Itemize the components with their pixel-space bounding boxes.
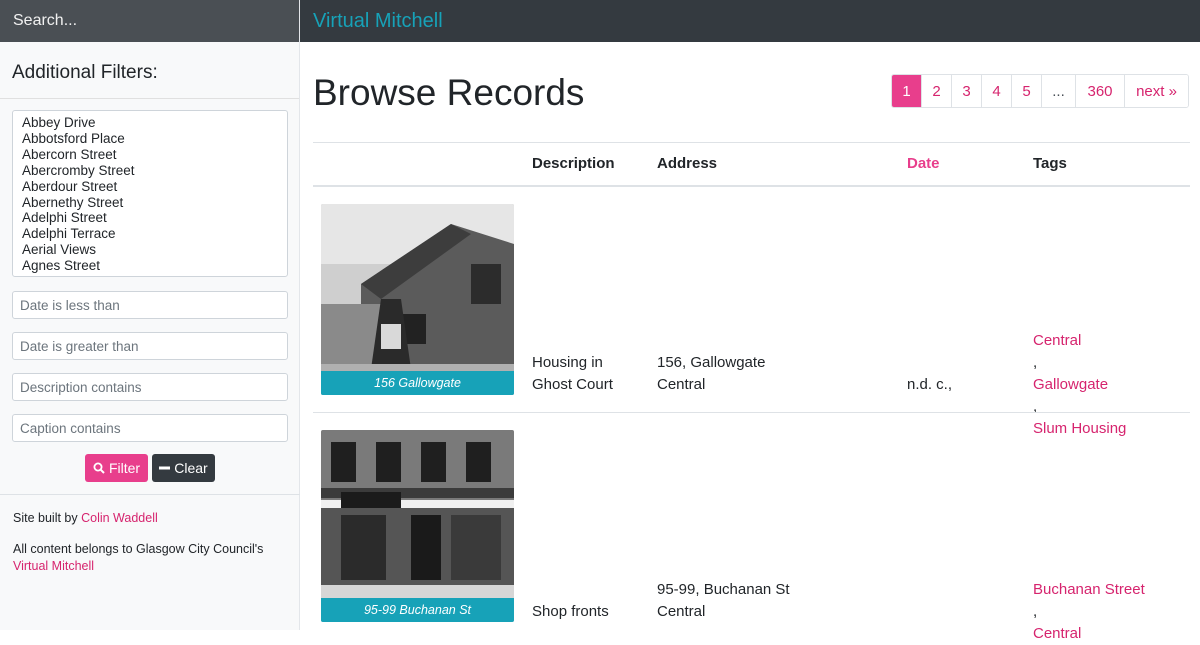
search-input[interactable] [13, 12, 283, 30]
author-link[interactable]: Colin Waddell [81, 511, 158, 525]
description-contains-input[interactable] [12, 373, 288, 401]
street-option[interactable]: Aerial Views [22, 242, 287, 258]
street-option[interactable]: Adelphi Street [22, 210, 287, 226]
address-line: Central [657, 376, 706, 393]
address-line: 95-99, Buchanan St [657, 581, 790, 598]
description-line: Housing in [532, 354, 603, 371]
page-1[interactable]: 1 [892, 75, 921, 107]
street-option[interactable]: Abbotsford Place [22, 131, 287, 147]
photo-image [321, 204, 514, 395]
street-option[interactable]: Aberdour Street [22, 179, 287, 195]
clear-button-label: Clear [174, 460, 208, 476]
thumbnail-caption: 95-99 Buchanan St [321, 598, 514, 622]
pagination: 1 2 3 4 5 ... 360 next » [891, 74, 1189, 108]
date-greater-than-input[interactable] [12, 332, 288, 360]
column-header-tags[interactable]: Tags [1033, 155, 1067, 172]
record-thumbnail[interactable]: 95-99 Buchanan St [321, 430, 514, 622]
caption-contains-input[interactable] [12, 414, 288, 442]
description-line: Ghost Court [532, 376, 613, 393]
record-tags: Buchanan Street, Central [1033, 579, 1145, 645]
tag-link[interactable]: Buchanan Street [1033, 579, 1145, 601]
address-line: 156, Gallowgate [657, 354, 766, 371]
built-by-prefix: Site built by [13, 511, 82, 525]
page-last[interactable]: 360 [1075, 75, 1124, 107]
top-navbar: Virtual Mitchell [300, 0, 1200, 42]
clear-button[interactable]: Clear [152, 454, 215, 482]
column-header-date[interactable]: Date [907, 155, 940, 172]
address-line: Central [657, 603, 706, 620]
row-divider [313, 412, 1190, 413]
page-title: Browse Records [313, 72, 585, 113]
table-top-border [313, 142, 1190, 143]
page-next[interactable]: next » [1124, 75, 1188, 107]
column-header-description[interactable]: Description [532, 155, 615, 172]
filters-title: Additional Filters: [0, 42, 299, 99]
street-option[interactable]: Adelphi Terrace [22, 226, 287, 242]
description-line: Shop fronts [532, 603, 609, 620]
page-3[interactable]: 3 [951, 75, 981, 107]
filter-button[interactable]: Filter [85, 454, 148, 482]
street-option[interactable]: Agnes Street [22, 258, 287, 274]
record-address: 95-99, Buchanan St Central [657, 579, 790, 623]
sidebar: Additional Filters: Abbey Drive Abbotsfo… [0, 0, 300, 630]
page-ellipsis: ... [1041, 75, 1075, 107]
filter-button-label: Filter [108, 460, 141, 476]
page-5[interactable]: 5 [1011, 75, 1041, 107]
brand-link[interactable]: Virtual Mitchell [313, 10, 443, 33]
built-by-text: Site built by Colin Waddell [13, 510, 293, 527]
photo-image [321, 430, 514, 622]
record-tags: Central, Gallowgate, Slum Housing [1033, 330, 1126, 440]
search-bar [0, 0, 299, 42]
street-option[interactable]: Abbey Drive [22, 115, 287, 131]
street-option[interactable]: Abernethy Street [22, 195, 287, 211]
content-credit-prefix: All content belongs to Glasgow City Coun… [13, 542, 264, 556]
table-header-border [313, 185, 1190, 187]
tag-link[interactable]: Gallowgate [1033, 374, 1126, 396]
street-option[interactable]: Abercromby Street [22, 163, 287, 179]
content-credit-text: All content belongs to Glasgow City Coun… [13, 541, 293, 575]
record-date: n.d. c., [907, 376, 953, 393]
record-address: 156, Gallowgate Central [657, 352, 765, 396]
tag-link[interactable]: Slum Housing [1033, 418, 1126, 440]
record-thumbnail[interactable]: 156 Gallowgate [321, 204, 514, 395]
tag-link[interactable]: Central [1033, 623, 1145, 645]
street-option[interactable]: Abercorn Street [22, 147, 287, 163]
thumbnail-caption: 156 Gallowgate [321, 371, 514, 395]
page-4[interactable]: 4 [981, 75, 1011, 107]
column-header-address[interactable]: Address [657, 155, 717, 172]
virtual-mitchell-link[interactable]: Virtual Mitchell [13, 559, 94, 573]
minus-icon [159, 466, 171, 470]
record-description: Housing in Ghost Court [532, 352, 613, 396]
street-multiselect[interactable]: Abbey Drive Abbotsford Place Abercorn St… [12, 110, 288, 277]
tag-link[interactable]: Central [1033, 330, 1126, 352]
sidebar-divider [0, 494, 300, 495]
page-2[interactable]: 2 [921, 75, 951, 107]
record-description: Shop fronts [532, 601, 609, 623]
search-icon [93, 462, 105, 474]
date-less-than-input[interactable] [12, 291, 288, 319]
